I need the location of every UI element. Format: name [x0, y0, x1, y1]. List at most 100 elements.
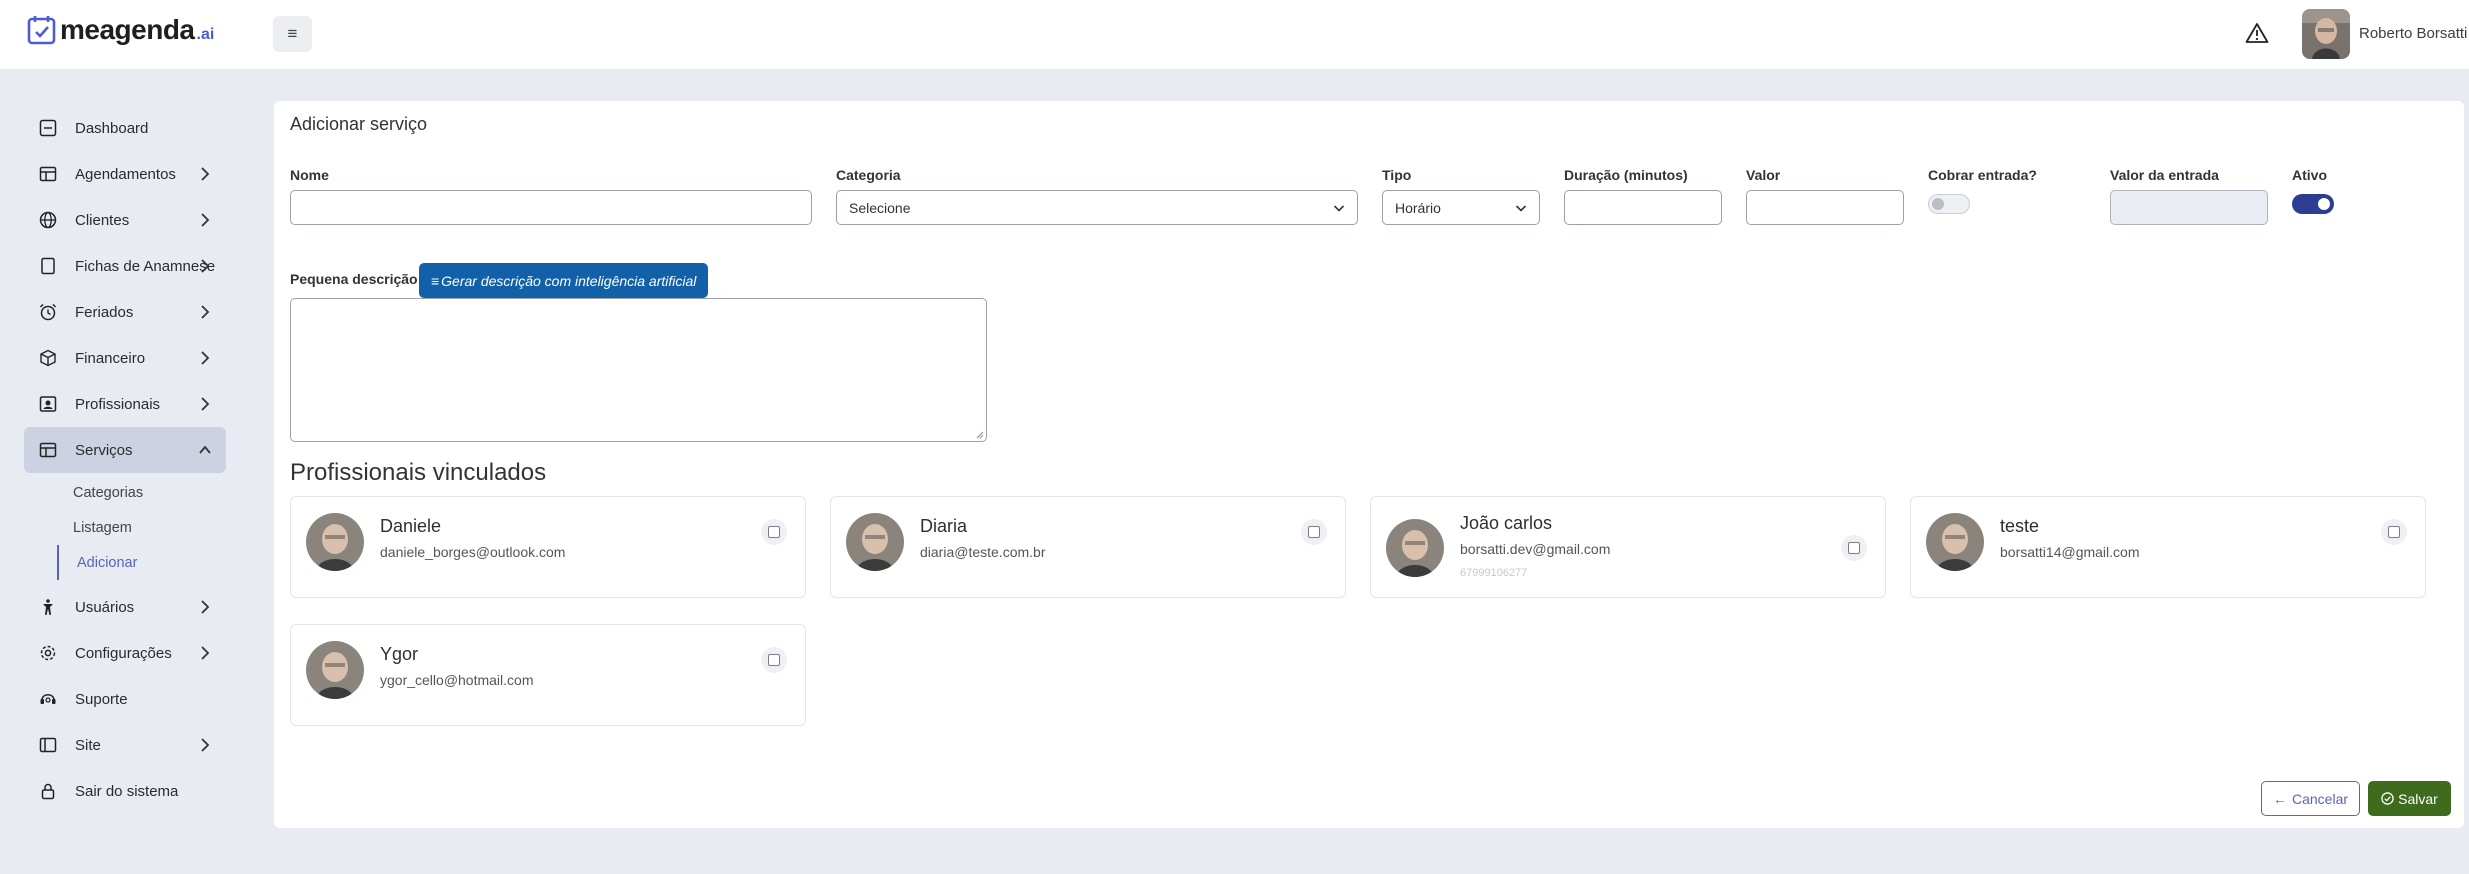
app-logo[interactable]: meagenda .ai — [27, 12, 214, 48]
nome-label: Nome — [290, 167, 329, 183]
professional-avatar — [306, 641, 364, 699]
sidebar-item-suporte[interactable]: Suporte — [24, 676, 226, 722]
globe-icon — [38, 210, 58, 230]
professional-card[interactable]: teste borsatti14@gmail.com — [1910, 496, 2426, 598]
page-title: Adicionar serviço — [290, 114, 428, 134]
cancel-button[interactable]: ← Cancelar — [2261, 781, 2360, 816]
sidebar-item-clientes[interactable]: Clientes — [24, 197, 226, 243]
menu-toggle-button[interactable]: ≡ — [273, 16, 312, 52]
duracao-label: Duração (minutos) — [1564, 167, 1688, 183]
professional-avatar — [1386, 519, 1444, 577]
duracao-input[interactable] — [1564, 190, 1722, 225]
add-service-card: Adicionar serviço Nome Categoria Selecio… — [274, 101, 2464, 828]
professional-email: borsatti.dev@gmail.com — [1460, 541, 1611, 557]
chevron-right-icon — [201, 305, 210, 319]
user-avatar[interactable] — [2302, 9, 2350, 59]
ativo-toggle[interactable] — [2292, 194, 2334, 214]
submenu-item-categorias[interactable]: Categorias — [57, 475, 226, 510]
professional-card[interactable]: Ygor ygor_cello@hotmail.com — [290, 624, 806, 726]
submenu-item-listagem[interactable]: Listagem — [57, 510, 226, 545]
tipo-select[interactable]: Horário — [1382, 190, 1540, 225]
sidebar-item-label: Usuários — [75, 598, 135, 616]
sidebar-layout-icon — [38, 735, 58, 755]
sidebar-item-financeiro[interactable]: Financeiro — [24, 335, 226, 381]
sidebar-item-label: Site — [75, 736, 101, 754]
sidebar-item-fichas-de-anamnese[interactable]: Fichas de Anamnese — [24, 243, 226, 289]
chevron-right-icon — [201, 351, 210, 365]
sidebar-item-label: Sair do sistema — [75, 782, 179, 800]
check-circle-icon — [2381, 792, 2394, 805]
professional-name: Daniele — [380, 516, 442, 536]
list-icon: ≡ — [431, 272, 440, 289]
sidebar-item-feriados[interactable]: Feriados — [24, 289, 226, 335]
sidebar-item-sair-do-sistema[interactable]: Sair do sistema — [24, 768, 226, 814]
sidebar-item-usuarios[interactable]: Usuários — [24, 584, 226, 630]
gear-icon — [38, 643, 58, 663]
cancel-label: Cancelar — [2291, 790, 2349, 807]
sidebar-item-configuracoes[interactable]: Configurações — [24, 630, 226, 676]
sidebar-item-label: Feriados — [75, 303, 134, 321]
generate-ai-description-button[interactable]: ≡ Gerar descrição com inteligência artif… — [419, 263, 709, 298]
submenu-item-adicionar[interactable]: Adicionar — [57, 545, 226, 580]
tipo-select-value: Horário — [1395, 199, 1441, 216]
alarm-clock-icon — [38, 302, 58, 322]
professional-checkbox[interactable] — [761, 647, 787, 673]
chevron-up-icon — [199, 445, 211, 454]
professional-email: ygor_cello@hotmail.com — [380, 672, 534, 688]
sidebar-item-label: Fichas de Anamnese — [75, 257, 216, 275]
professional-card[interactable]: João carlos borsatti.dev@gmail.com 67999… — [1370, 496, 1886, 598]
checkbox-box — [768, 654, 780, 666]
professional-checkbox[interactable] — [2381, 519, 2407, 545]
warning-triangle-icon[interactable] — [2245, 22, 2269, 44]
valor-input[interactable] — [1746, 190, 1904, 225]
servicos-submenu: Categorias Listagem Adicionar — [56, 473, 226, 584]
professional-phone: 67999106277 — [1460, 567, 1528, 579]
sidebar-item-label: Suporte — [75, 690, 128, 708]
categoria-select-value: Selecione — [849, 199, 911, 216]
file-icon — [38, 256, 58, 276]
id-card-icon — [38, 394, 58, 414]
professional-email: diaria@teste.com.br — [920, 544, 1046, 560]
chevron-right-icon — [201, 213, 210, 227]
professional-card[interactable]: Diaria diaria@teste.com.br — [830, 496, 1346, 598]
user-name[interactable]: Roberto Borsatti — [2359, 25, 2467, 42]
sidebar-item-profissionais[interactable]: Profissionais — [24, 381, 226, 427]
professional-checkbox[interactable] — [1841, 535, 1867, 561]
sidebar-item-label: Agendamentos — [75, 165, 176, 183]
categoria-select[interactable]: Selecione — [836, 190, 1358, 225]
sidebar-item-label: Financeiro — [75, 349, 146, 367]
chevron-right-icon — [201, 738, 210, 752]
person-icon — [38, 597, 58, 617]
professional-checkbox[interactable] — [1301, 519, 1327, 545]
chevron-right-icon — [201, 259, 210, 273]
calendar-icon — [38, 164, 58, 184]
logo-suffix: .ai — [196, 26, 215, 43]
professional-name: Ygor — [380, 644, 419, 664]
categoria-label: Categoria — [836, 167, 901, 183]
save-label: Salvar — [2398, 790, 2438, 807]
sidebar-item-site[interactable]: Site — [24, 722, 226, 768]
sidebar-item-label: Clientes — [75, 211, 130, 229]
top-bar: meagenda .ai ≡ Roberto Borsatti — [0, 0, 2469, 69]
valor-entrada-label: Valor da entrada — [2110, 167, 2219, 183]
tipo-label: Tipo — [1382, 167, 1412, 183]
valor-entrada-input — [2110, 190, 2268, 225]
sidebar-item-agendamentos[interactable]: Agendamentos — [24, 151, 226, 197]
checkbox-box — [1848, 542, 1860, 554]
toggle-knob — [1932, 198, 1944, 210]
professional-email: daniele_borges@outlook.com — [380, 544, 566, 560]
checkbox-box — [1308, 526, 1320, 538]
layout-icon — [38, 440, 58, 460]
sidebar-item-servicos[interactable]: Serviços — [24, 427, 226, 473]
cobrar-entrada-toggle[interactable] — [1928, 194, 1970, 214]
descricao-textarea[interactable] — [290, 298, 987, 442]
sidebar-item-dashboard[interactable]: Dashboard — [24, 105, 226, 151]
sidebar-item-label: Serviços — [75, 441, 133, 459]
resize-grip-icon[interactable] — [976, 431, 984, 439]
nome-input[interactable] — [290, 190, 812, 225]
professional-checkbox[interactable] — [761, 519, 787, 545]
professional-email: borsatti14@gmail.com — [2000, 544, 2140, 560]
professional-card[interactable]: Daniele daniele_borges@outlook.com — [290, 496, 806, 598]
save-button[interactable]: Salvar — [2368, 781, 2451, 816]
calendar-logo-icon — [27, 16, 56, 45]
